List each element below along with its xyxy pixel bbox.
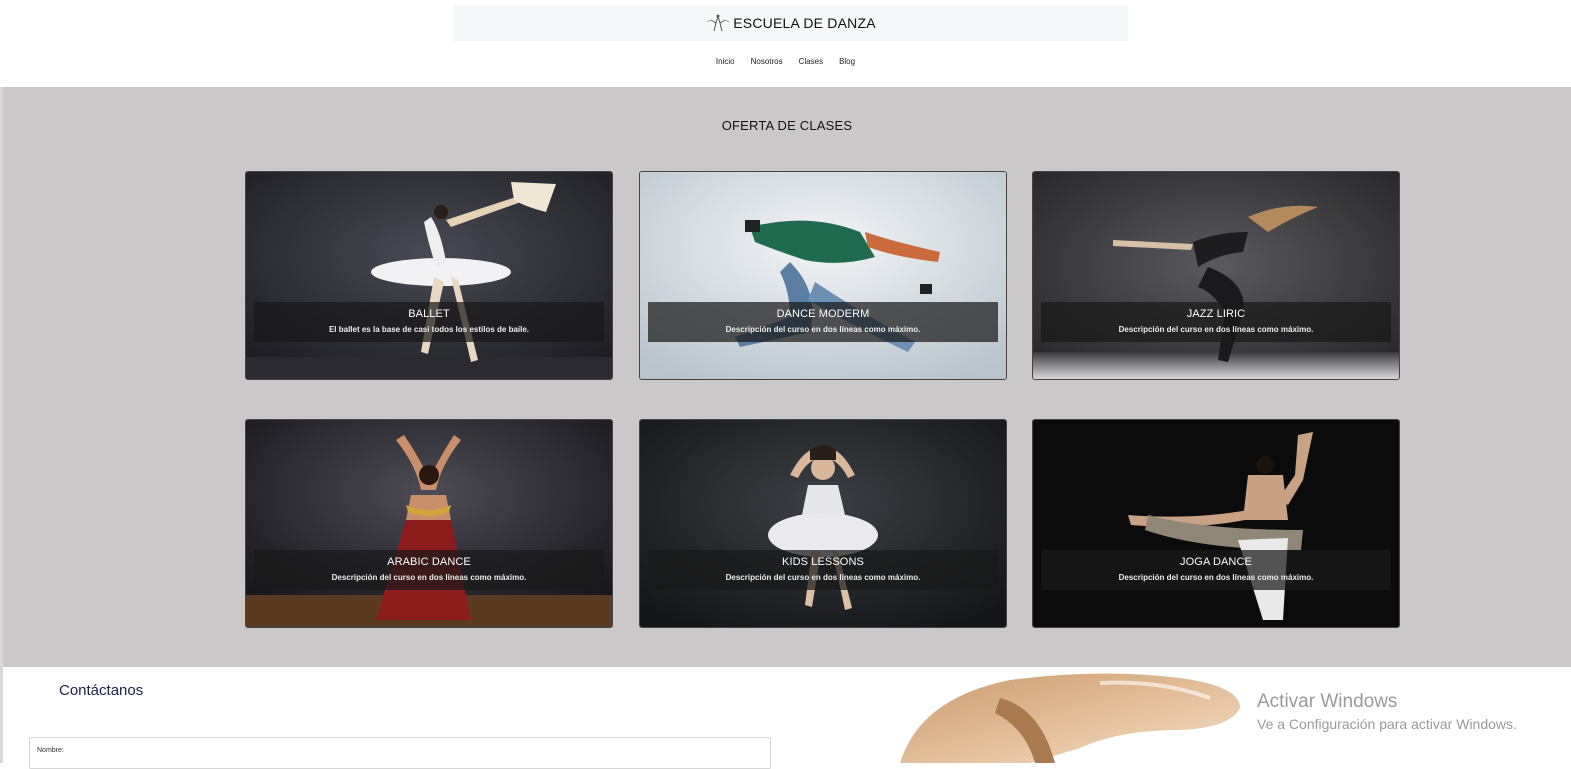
class-name: ARABIC DANCE bbox=[387, 556, 471, 568]
name-field[interactable]: Nombre: bbox=[29, 737, 771, 769]
class-description: Descripción del curso en dos líneas como… bbox=[1118, 573, 1314, 582]
kid-dancer-image bbox=[640, 420, 1006, 627]
class-description: Descripción del curso en dos líneas como… bbox=[331, 573, 527, 582]
card-caption: BALLET El ballet es la base de casi todo… bbox=[254, 302, 604, 342]
class-card-ballet[interactable]: BALLET El ballet es la base de casi todo… bbox=[245, 171, 613, 380]
card-caption: DANCE MODERM Descripción del curso en do… bbox=[648, 302, 998, 342]
class-name: KIDS LESSONS bbox=[782, 556, 864, 568]
name-field-label: Nombre: bbox=[37, 747, 64, 754]
ballet-slipper-image bbox=[900, 673, 1240, 763]
card-caption: JOGA DANCE Descripción del curso en dos … bbox=[1041, 550, 1391, 590]
class-name: DANCE MODERM bbox=[776, 308, 870, 320]
main-nav: Inicio Nosotros Clases Blog bbox=[0, 57, 1571, 66]
class-description: El ballet es la base de casi todos los e… bbox=[328, 325, 530, 334]
dancer-logo-icon bbox=[707, 14, 730, 32]
card-caption: ARABIC DANCE Descripción del curso en do… bbox=[254, 550, 604, 590]
joga-dancer-image bbox=[1033, 420, 1399, 627]
nav-inicio[interactable]: Inicio bbox=[716, 57, 735, 66]
class-name: JAZZ LIRIC bbox=[1186, 308, 1246, 320]
arabic-dancer-image bbox=[246, 420, 612, 627]
class-description: Descripción del curso en dos líneas como… bbox=[725, 573, 921, 582]
class-description: Descripción del curso en dos líneas como… bbox=[1118, 325, 1314, 334]
ballet-dancer-image bbox=[246, 172, 612, 379]
classes-section: OFERTA DE CLASES BALLET El ballet es la … bbox=[3, 87, 1571, 667]
watermark-subtitle: Ve a Configuración para activar Windows. bbox=[1257, 716, 1517, 732]
site-header: ESCUELA DE DANZA Inicio Nosotros Clases … bbox=[0, 0, 1571, 87]
class-description: Descripción del curso en dos líneas como… bbox=[725, 325, 921, 334]
modern-dancer-image bbox=[640, 172, 1006, 379]
class-card-jazz-liric[interactable]: JAZZ LIRIC Descripción del curso en dos … bbox=[1032, 171, 1400, 380]
nav-nosotros[interactable]: Nosotros bbox=[751, 57, 783, 66]
class-name: BALLET bbox=[408, 308, 450, 320]
nav-clases[interactable]: Clases bbox=[799, 57, 823, 66]
windows-activation-watermark: Activar Windows Ve a Configuración para … bbox=[1257, 691, 1517, 732]
watermark-title: Activar Windows bbox=[1257, 691, 1398, 712]
nav-blog[interactable]: Blog bbox=[839, 57, 855, 66]
contact-title: Contáctanos bbox=[59, 682, 144, 699]
section-title: OFERTA DE CLASES bbox=[721, 118, 853, 133]
class-card-arabic-dance[interactable]: ARABIC DANCE Descripción del curso en do… bbox=[245, 419, 613, 628]
jazz-dancer-image bbox=[1033, 172, 1399, 379]
class-card-joga-dance[interactable]: JOGA DANCE Descripción del curso en dos … bbox=[1032, 419, 1400, 628]
card-caption: KIDS LESSONS Descripción del curso en do… bbox=[648, 550, 998, 590]
class-name: JOGA DANCE bbox=[1180, 556, 1252, 568]
class-card-kids-lessons[interactable]: KIDS LESSONS Descripción del curso en do… bbox=[639, 419, 1007, 628]
brand-bar[interactable]: ESCUELA DE DANZA bbox=[453, 5, 1128, 41]
class-card-dance-moderm[interactable]: DANCE MODERM Descripción del curso en do… bbox=[639, 171, 1007, 380]
brand-title: ESCUELA DE DANZA bbox=[733, 15, 876, 31]
card-caption: JAZZ LIRIC Descripción del curso en dos … bbox=[1041, 302, 1391, 342]
